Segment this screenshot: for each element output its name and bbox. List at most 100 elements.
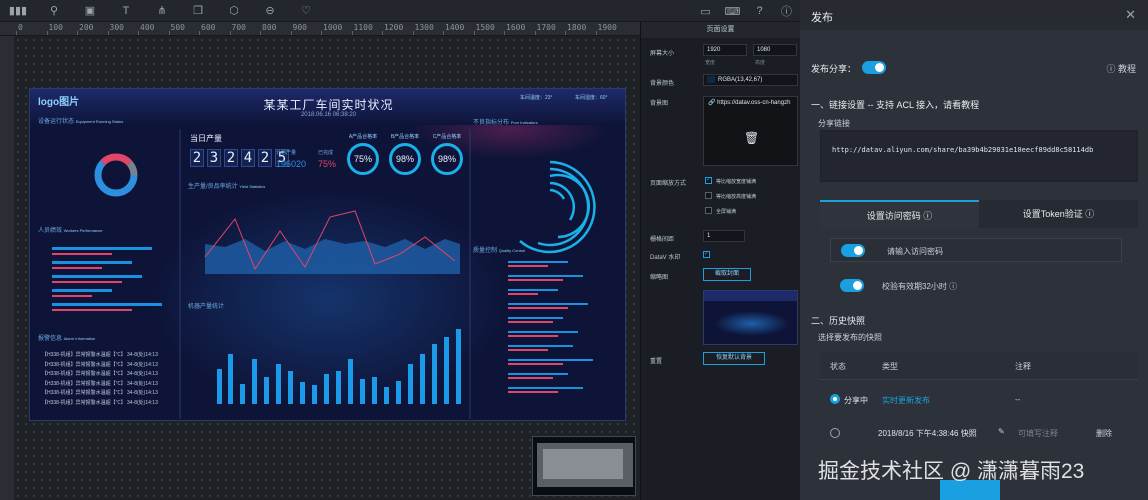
chart-icon[interactable]: ▮▮▮ [0,0,36,22]
ruler-tick-label: 1700 [536,23,556,32]
ruler-tick-label: 1200 [384,23,404,32]
scale-option-3-checkbox[interactable] [705,207,712,214]
token-valid-label: 校验有效期32小时 ⓘ [882,282,958,291]
info-icon[interactable]: ⓘ [773,0,800,22]
copy-icon[interactable]: ❐ [180,0,216,22]
canvas-minimap[interactable] [532,436,636,496]
ruler-tick-label: 0 [18,23,23,32]
watermark-label: DataV 水印 [650,255,681,261]
height-sub: 高度 [755,60,766,66]
delete-snapshot-link[interactable]: 删除 [1096,428,1112,439]
capture-cover-button[interactable]: 截取封面 [703,268,751,281]
ruler-tick-label: 500 [170,23,185,32]
bg-color-input[interactable]: RGBA(13,42,67) [703,74,798,86]
tab-token[interactable]: 设置Token验证 ⓘ [979,200,1138,228]
scale-option-2[interactable]: 等比缩放高度铺满 [716,193,756,200]
share-label: 发布分享： [811,64,857,74]
publish-title: 发布 [811,12,833,24]
ruler-tick-label: 900 [292,23,307,32]
ruler-tick-label: 800 [262,23,277,32]
media-icon[interactable]: ▣ [72,0,108,22]
thumb-label: 缩略图 [650,275,669,281]
scale-option-2-checkbox[interactable] [705,192,712,199]
editor-canvas[interactable]: logo图片 某某工厂车间实时状况 2018.06.16 06:38:20 车间… [14,36,640,500]
text-icon[interactable]: T [108,0,144,22]
ruler-tick-label: 300 [109,23,124,32]
trash-icon[interactable]: 🗑 [744,131,759,145]
share-toggle[interactable] [862,61,886,74]
horizontal-ruler: 0 100 200 300 400 500 600 700 800 900 1000 1100 1200… [0,22,640,36]
height-input[interactable]: 1080 [753,44,797,56]
ruler-tick-label: 700 [231,23,246,32]
ruler-tick-label: 1600 [506,23,526,32]
ruler-tick-label: 1400 [445,23,465,32]
yield-area-chart [204,210,460,274]
poor-indicator-rings [519,160,596,254]
reset-label: 重置 [650,359,663,365]
dashboard-charts [52,129,596,419]
password-row: 请输入访问密码 [830,238,1122,262]
bg-image-box[interactable]: 🔗 https://datav.oss-cn-hangzh 🗑 [703,96,798,166]
favorite-icon[interactable]: ♡ [288,0,324,22]
grid-input[interactable]: 1 [703,230,745,242]
ruler-tick-label: 100 [48,23,63,32]
col-type: 类型 [882,362,898,371]
reset-bg-button[interactable]: 恢复默认背景 [703,352,765,365]
ruler-tick-label: 1500 [475,23,495,32]
password-toggle[interactable] [841,244,865,257]
ruler-tick-label: 1100 [353,23,373,32]
access-tabs: 设置访问密码 ⓘ 设置Token验证 ⓘ [820,200,1138,228]
ruler-tick-label: 1900 [597,23,617,32]
thumbnail-preview [703,290,798,345]
share-link-field[interactable]: http://datav.aliyun.com/share/ba39b4b290… [820,130,1138,182]
screen-size-label: 屏幕大小 [650,51,675,57]
equipment-donut [94,153,138,197]
snapshot-radio[interactable] [830,394,840,404]
minus-circle-icon[interactable]: ⊖ [252,0,288,22]
col-status: 状态 [830,362,846,371]
ruler-tick-label: 200 [79,23,94,32]
map-pin-icon[interactable]: ⚲ [36,0,72,22]
keyboard-icon[interactable]: ⌨ [719,0,746,22]
close-icon[interactable]: ✕ [1125,7,1136,23]
tab-password[interactable]: 设置访问密码 ⓘ [820,200,979,228]
tutorial-link[interactable]: ⓘ 教程 [1106,62,1136,75]
network-icon[interactable]: ⋔ [144,0,180,22]
help-icon[interactable]: ? [746,0,773,22]
scale-option-1-checkbox[interactable]: ✓ [705,177,712,184]
password-input[interactable]: 请输入访问密码 [887,246,943,257]
section-link-settings: 一、链接设置 -- 支持 ACL 接入，请看教程 [811,100,980,110]
message-icon[interactable]: ▭ [692,0,719,22]
snapshot-note: -- [1015,395,1021,404]
choose-snapshot-label: 选择要发布的快照 [818,333,882,342]
width-input[interactable]: 1920 [703,44,747,56]
watermark-checkbox[interactable]: ✓ [703,251,710,258]
publish-header: 发布 ✕ [800,0,1148,30]
snapshot-type: 2018/8/16 下午4:38:46 快照 [878,429,977,438]
snapshot-type: 实时更新发布 [882,396,930,405]
scale-option-1[interactable]: 等比缩放宽度铺满 [716,178,756,185]
bg-image-label: 背景图 [650,101,669,107]
snapshot-note[interactable]: 可填写注释 [1018,428,1058,439]
quality-bars [508,261,593,393]
settings-title: 页面设置 [641,22,800,38]
snapshot-radio[interactable] [830,428,840,438]
ruler-tick-label: 1800 [567,23,587,32]
ruler-tick-label: 600 [201,23,216,32]
token-valid-toggle[interactable] [840,279,864,292]
section-history: 二、历史快照 [811,316,866,326]
scale-option-3[interactable]: 全屏铺满 [716,208,736,215]
snapshot-status: 分享中 [844,396,868,405]
page-settings-panel: 页面设置 屏幕大小 1920 1080 宽度 高度 背景颜色 RGBA(13,4… [640,22,800,500]
watermark-text: 掘金技术社区 @ 潇潇暮雨23 [818,460,1085,483]
col-note: 注释 [1015,362,1031,371]
dashboard-preview[interactable]: logo图片 某某工厂车间实时状况 2018.06.16 06:38:20 车间… [29,88,626,421]
snapshot-table-header: 状态 类型 注释 [820,352,1138,380]
ruler-tick-label: 1000 [323,23,343,32]
share-link-label: 分享链接 [818,119,850,128]
edit-icon[interactable]: ✎ [998,427,1005,436]
machine-bars [217,329,461,404]
cube-icon[interactable]: ⬡ [216,0,252,22]
scale-label: 页面缩放方式 [650,181,687,187]
grid-label: 栅格间距 [650,237,675,243]
